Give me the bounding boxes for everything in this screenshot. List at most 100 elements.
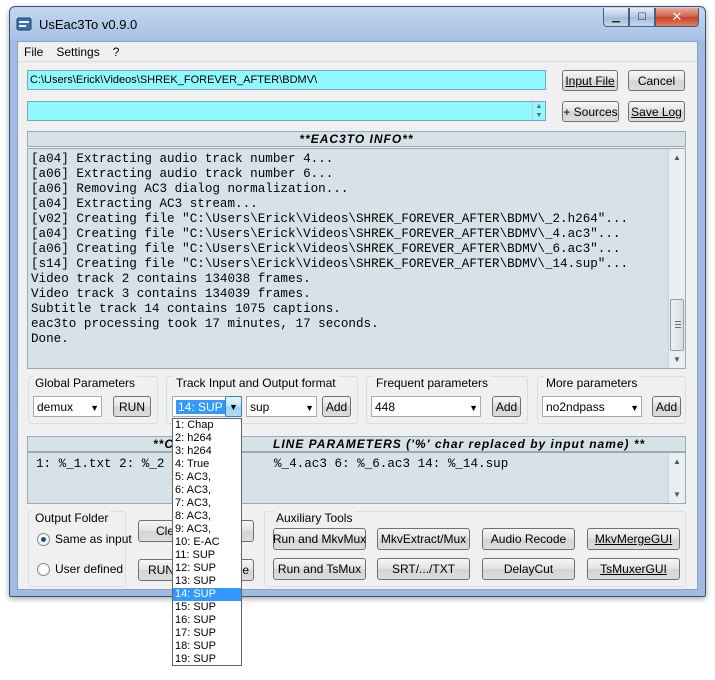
close-button[interactable]: ✕ [655,8,699,27]
log-line: Video track 3 contains 134039 frames. [31,287,311,301]
log-line: [a04] Extracting audio track number 4... [31,152,334,166]
dropdown-item[interactable]: 16: SUP [173,614,241,627]
log-line: [a06] Extracting audio track number 6... [31,167,334,181]
sources-button[interactable]: + Sources [562,101,619,122]
info-banner: **EAC3TO INFO** [27,131,686,147]
mkvextract-button[interactable]: MkvExtract/Mux [377,528,470,550]
log-line: Done. [31,332,69,346]
log-line: [a06] Removing AC3 dialog normalization.… [31,182,349,196]
log-scrollbar[interactable]: ▲ ▼ [668,149,685,368]
scroll-up-icon[interactable]: ▲ [669,149,685,166]
scroll-thumb[interactable] [670,299,684,351]
close-icon: ✕ [671,9,683,24]
dropdown-item[interactable]: 10: E-AC [173,536,241,549]
track-format-label: Track Input and Output format [174,376,338,390]
run-mkvmux-button[interactable]: Run and MkvMux [273,528,366,550]
dropdown-item[interactable]: 8: AC3, [173,510,241,523]
log-line: [v02] Creating file "C:\Users\Erick\Vide… [31,212,629,226]
dropdown-item[interactable]: 3: h264 [173,445,241,458]
global-parameters-select[interactable]: demux ▼ [33,396,102,417]
spin-up-icon: ▲ [535,103,543,110]
more-parameters-label: More parameters [544,376,640,390]
cmd-scrollbar[interactable]: ▲ ▼ [668,453,685,503]
log-line: Subtitle track 14 contains 1075 captions… [31,302,341,316]
dropdown-item[interactable]: 18: SUP [173,640,241,653]
log-line: eac3to processing took 17 minutes, 17 se… [31,317,379,331]
title-bar[interactable]: UsEac3To v0.9.0 ▁ ☐ ✕ [10,7,705,41]
input-file-button[interactable]: Input File [562,70,618,91]
cancel-button[interactable]: Cancel [628,70,685,91]
track-input-select[interactable]: 14: SUP ▼ [172,396,242,417]
cmd-banner: **C LINE PARAMETERS ('%' char replaced b… [27,436,686,452]
add-more-button[interactable]: Add [652,396,681,417]
add-frequent-button[interactable]: Add [492,396,521,417]
frequent-parameters-select[interactable]: 448 ▼ [371,396,481,417]
radio-empty-icon [37,562,50,576]
srt-button[interactable]: SRT/.../TXT [377,558,470,580]
sources-field[interactable]: ▲ ▼ [27,101,546,121]
spin-down-icon: ▼ [535,112,543,119]
radio-selected-icon [37,532,50,546]
cmd-line-right: %_4.ac3 6: %_6.ac3 14: %_14.sup [274,457,509,471]
scroll-up-icon[interactable]: ▲ [669,453,685,470]
sources-spinner[interactable]: ▲ ▼ [532,102,545,120]
save-log-button[interactable]: Save Log [628,101,685,122]
global-parameters-label: Global Parameters [33,376,138,390]
log-line: Video track 2 contains 134038 frames. [31,272,311,286]
track-dropdown-list[interactable]: 1: Chap 2: h264 3: h264 4: True 5: AC3, 6: AC… [172,418,242,666]
more-parameters-select[interactable]: no2ndpass ▼ [542,396,642,417]
cmd-banner-left: **C [153,437,175,451]
log-line: [a06] Creating file "C:\Users\Erick\Vide… [31,242,621,256]
chevron-down-icon[interactable]: ▼ [225,396,242,417]
dropdown-item[interactable]: 12: SUP [173,562,241,575]
scroll-down-icon[interactable]: ▼ [669,351,685,368]
dropdown-item[interactable]: 4: True [173,458,241,471]
dropdown-item[interactable]: 7: AC3, [173,497,241,510]
cmd-line-left: 1: %_1.txt 2: %_2 [36,457,165,471]
log-line: [s14] Creating file "C:\Users\Erick\Vide… [31,257,629,271]
run-tsmux-button[interactable]: Run and TsMux [273,558,366,580]
dropdown-item[interactable]: 11: SUP [173,549,241,562]
app-icon [16,17,32,31]
dropdown-item[interactable]: 17: SUP [173,627,241,640]
log-line: [a04] Extracting AC3 stream... [31,197,258,211]
track-output-select[interactable]: sup ▼ [246,396,317,417]
maximize-icon: ☐ [637,11,647,23]
frequent-parameters-label: Frequent parameters [374,376,491,390]
dropdown-item[interactable]: 14: SUP [173,588,241,601]
auxiliary-tools-label: Auxiliary Tools [274,511,355,525]
run-global-button[interactable]: RUN [113,396,151,417]
menu-settings[interactable]: Settings [56,45,99,59]
user-defined-radio[interactable]: User defined [37,562,123,576]
scroll-down-icon[interactable]: ▼ [669,486,685,503]
minimize-button[interactable]: ▁ [603,8,629,27]
add-track-button[interactable]: Add [322,396,351,417]
menu-file[interactable]: File [24,45,43,59]
dropdown-item[interactable]: 2: h264 [173,432,241,445]
output-folder-label: Output Folder [33,511,111,525]
log-line: [a04] Creating file "C:\Users\Erick\Vide… [31,227,621,241]
cmd-line-output[interactable]: 1: %_1.txt 2: %_2 %_4.ac3 6: %_6.ac3 14:… [27,452,686,504]
dropdown-item[interactable]: 9: AC3, [173,523,241,536]
delaycut-button[interactable]: DelayCut [482,558,575,580]
dropdown-item[interactable]: 6: AC3, [173,484,241,497]
dropdown-item[interactable]: 1: Chap [173,419,241,432]
dropdown-item[interactable]: 13: SUP [173,575,241,588]
menu-bar: File Settings ? [18,42,697,62]
cmd-banner-right: LINE PARAMETERS ('%' char replaced by in… [273,437,646,451]
chevron-down-icon: ▼ [630,403,639,413]
audio-recode-button[interactable]: Audio Recode [482,528,575,550]
dropdown-item[interactable]: 5: AC3, [173,471,241,484]
dropdown-item[interactable]: 15: SUP [173,601,241,614]
same-as-input-radio[interactable]: Same as input [37,532,132,546]
dropdown-item[interactable]: 19: SUP [173,653,241,665]
maximize-button[interactable]: ☐ [629,8,655,27]
log-output[interactable]: [a04] Extracting audio track number 4...… [27,148,686,369]
minimize-icon: ▁ [612,11,620,23]
chevron-down-icon: ▼ [469,403,478,413]
input-path-field[interactable]: C:\Users\Erick\Videos\SHREK_FOREVER_AFTE… [27,70,546,90]
chevron-down-icon: ▼ [305,403,314,413]
mkvmergegui-button[interactable]: MkvMergeGUI [587,528,680,550]
tsmuxergui-button[interactable]: TsMuxerGUI [587,558,680,580]
menu-help[interactable]: ? [113,45,120,59]
